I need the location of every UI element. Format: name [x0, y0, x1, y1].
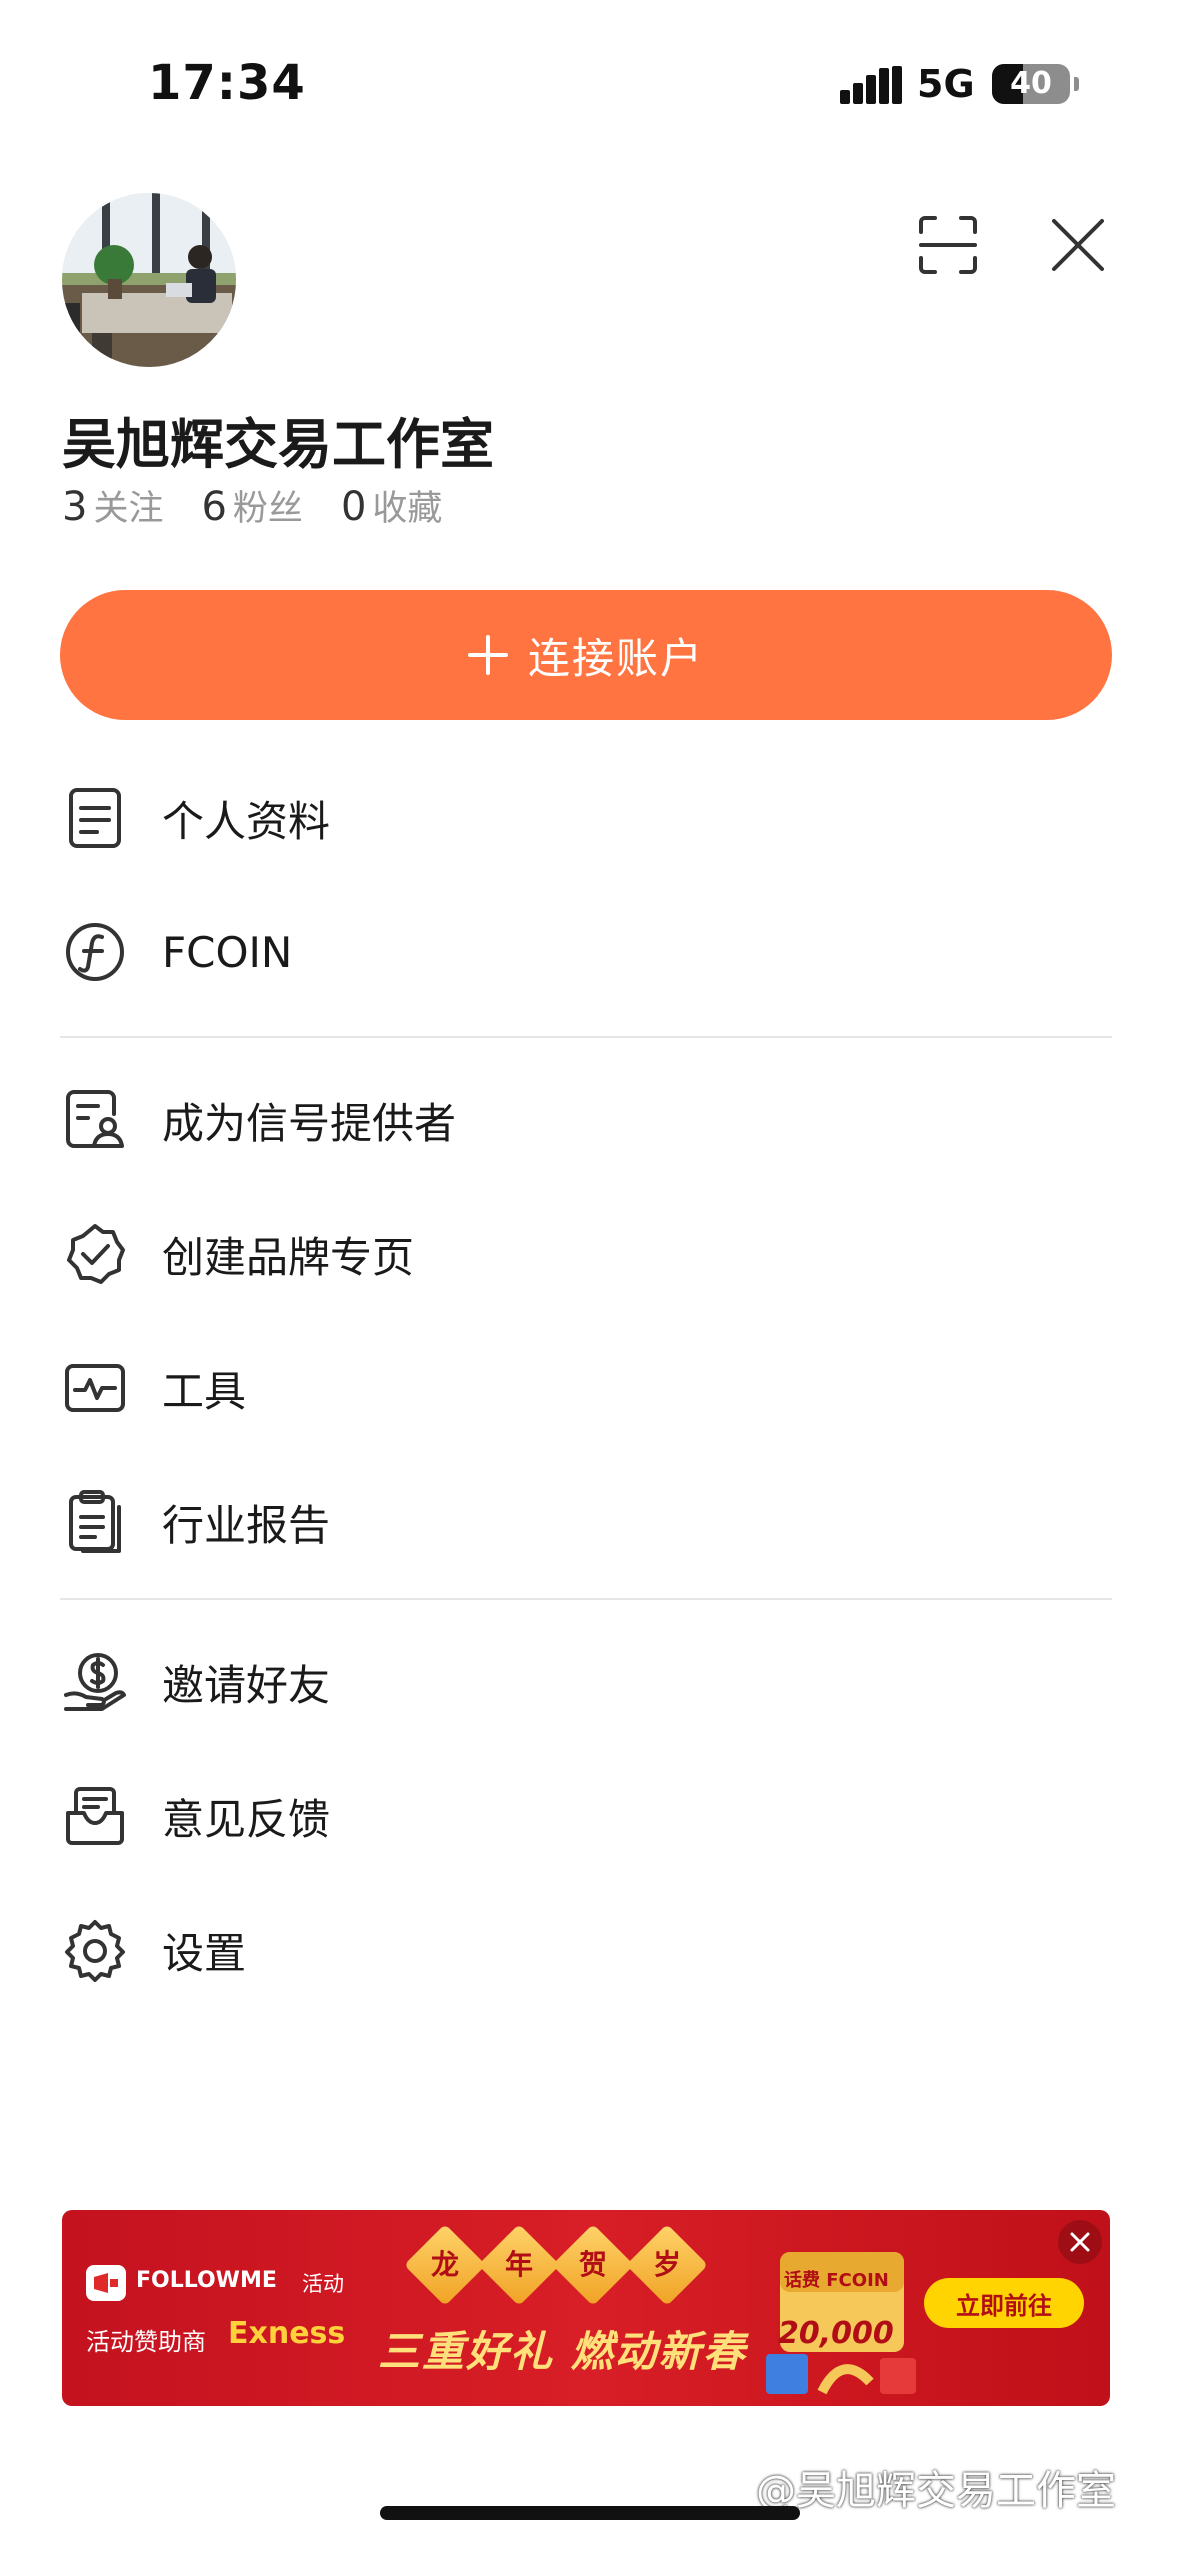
avatar-photo	[62, 193, 236, 367]
close-button[interactable]	[1038, 205, 1118, 285]
banner-logo-text: FOLLOWME	[136, 2268, 277, 2293]
stat-followers-label: 粉丝	[232, 489, 303, 529]
promo-banner[interactable]: FOLLOWME 活动 活动赞助商 Exness 龙 年 贺 岁 三重好礼 燃动…	[62, 2210, 1110, 2406]
stat-followers[interactable]: 6 粉丝	[201, 480, 302, 531]
diamond-char: 岁	[652, 2248, 681, 2281]
menu-item-invite-friends[interactable]: 邀请好友	[60, 1622, 1112, 1742]
diamond-char: 贺	[578, 2248, 607, 2281]
connect-account-button[interactable]: 连接账户	[60, 590, 1112, 720]
network-type: 5G	[917, 62, 975, 106]
menu-item-brand-page[interactable]: 创建品牌专页	[60, 1194, 1112, 1314]
stat-favorites-count: 0	[340, 484, 367, 530]
stat-followers-count: 6	[201, 484, 227, 530]
banner-amount: 20,000	[778, 2316, 894, 2351]
menu-label: 意见反馈	[162, 1794, 331, 1844]
menu-label: FCOIN	[162, 927, 293, 977]
menu-item-signal-provider[interactable]: 成为信号提供者	[60, 1060, 1112, 1180]
menu-item-fcoin[interactable]: FCOIN	[60, 892, 1112, 1012]
feedback-inbox-icon	[60, 1781, 130, 1851]
banner-cta-label: 立即前往	[956, 2291, 1052, 2320]
signal-provider-icon	[60, 1085, 130, 1155]
connect-account-label: 连接账户	[527, 633, 704, 683]
menu-label: 创建品牌专页	[162, 1232, 415, 1282]
close-icon	[1070, 2232, 1090, 2252]
scan-icon	[919, 216, 977, 274]
clipboard-report-icon	[60, 1487, 130, 1557]
gear-icon	[60, 1915, 130, 1985]
banner-slogan: 三重好礼 燃动新春	[378, 2327, 747, 2376]
banner-cta-button[interactable]: 立即前往	[924, 2278, 1084, 2328]
divider	[60, 1036, 1112, 1038]
document-icon	[60, 783, 130, 853]
banner-sponsor-brand: Exness	[228, 2316, 346, 2351]
invite-money-icon	[60, 1647, 130, 1717]
menu-item-industry-report[interactable]: 行业报告	[60, 1462, 1112, 1582]
stat-following-count: 3	[62, 484, 88, 530]
status-time: 17:34	[148, 55, 306, 111]
menu-label: 个人资料	[162, 796, 331, 846]
verified-badge-icon	[60, 1219, 130, 1289]
menu-label: 成为信号提供者	[162, 1098, 457, 1148]
menu-item-profile[interactable]: 个人资料	[60, 758, 1112, 878]
status-bar: 17:34 5G 40	[0, 0, 1179, 150]
menu-item-feedback[interactable]: 意见反馈	[60, 1756, 1112, 1876]
diamond-char: 年	[504, 2248, 533, 2281]
banner-sponsor-label: 活动赞助商	[86, 2328, 206, 2356]
fcoin-icon	[60, 917, 130, 987]
user-name: 吴旭辉交易工作室	[62, 413, 494, 476]
menu-label: 工具	[162, 1366, 247, 1416]
stat-favorites[interactable]: 0 收藏	[341, 480, 442, 531]
banner-activity: 活动	[302, 2272, 344, 2296]
battery-icon: 40	[992, 64, 1070, 104]
close-icon	[1052, 219, 1104, 271]
pulse-tool-icon	[60, 1353, 130, 1423]
menu-item-tools[interactable]: 工具	[60, 1328, 1112, 1448]
scan-button[interactable]	[908, 205, 988, 285]
diamond-char: 龙	[430, 2248, 459, 2281]
banner-gift-tag: 话费 FCOIN	[784, 2270, 889, 2291]
menu-item-settings[interactable]: 设置	[60, 1890, 1112, 2010]
avatar[interactable]	[62, 193, 236, 367]
battery-tip	[1074, 77, 1079, 91]
followme-logo-icon	[86, 2265, 126, 2301]
user-stats: 3 关注 6 粉丝 0 收藏	[62, 480, 480, 531]
divider	[60, 1598, 1112, 1600]
battery-level: 40	[1010, 66, 1052, 101]
stat-following[interactable]: 3 关注	[62, 480, 163, 531]
banner-close-button[interactable]	[1058, 2220, 1102, 2264]
menu-label: 行业报告	[162, 1500, 331, 1550]
plus-icon	[467, 635, 508, 675]
watermark: @吴旭辉交易工作室	[756, 2468, 1116, 2514]
cellular-signal-icon	[840, 66, 902, 104]
menu-label: 设置	[162, 1928, 247, 1978]
stat-following-label: 关注	[93, 489, 164, 529]
menu-label: 邀请好友	[162, 1660, 331, 1710]
stat-favorites-label: 收藏	[372, 489, 443, 529]
home-indicator[interactable]	[380, 2506, 800, 2520]
